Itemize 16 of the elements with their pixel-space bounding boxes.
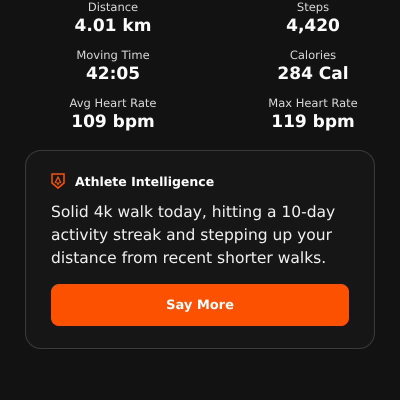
- stat-value: 109 bpm: [71, 112, 155, 132]
- shield-icon: [51, 173, 65, 189]
- stat-label: Max Heart Rate: [268, 96, 358, 110]
- stat-label: Avg Heart Rate: [70, 96, 156, 110]
- say-more-button[interactable]: Say More: [51, 284, 349, 326]
- stat-value: 4,420: [286, 16, 340, 36]
- stat-value: 284 Cal: [277, 64, 349, 84]
- stat-label: Moving Time: [76, 48, 150, 62]
- stat-value: 42:05: [86, 64, 140, 84]
- card-title: Athlete Intelligence: [75, 174, 214, 188]
- stat-value: 119 bpm: [271, 112, 355, 132]
- stat-value: 4.01 km: [74, 16, 152, 36]
- stat-label: Calories: [290, 48, 336, 62]
- stat-label: Steps: [296, 0, 330, 14]
- stat-label: Distance: [88, 0, 138, 14]
- insight-text: Solid 4k walk today, hitting a 10-day activity streak and stepping up your distance from recent shorter walks.: [51, 202, 336, 269]
